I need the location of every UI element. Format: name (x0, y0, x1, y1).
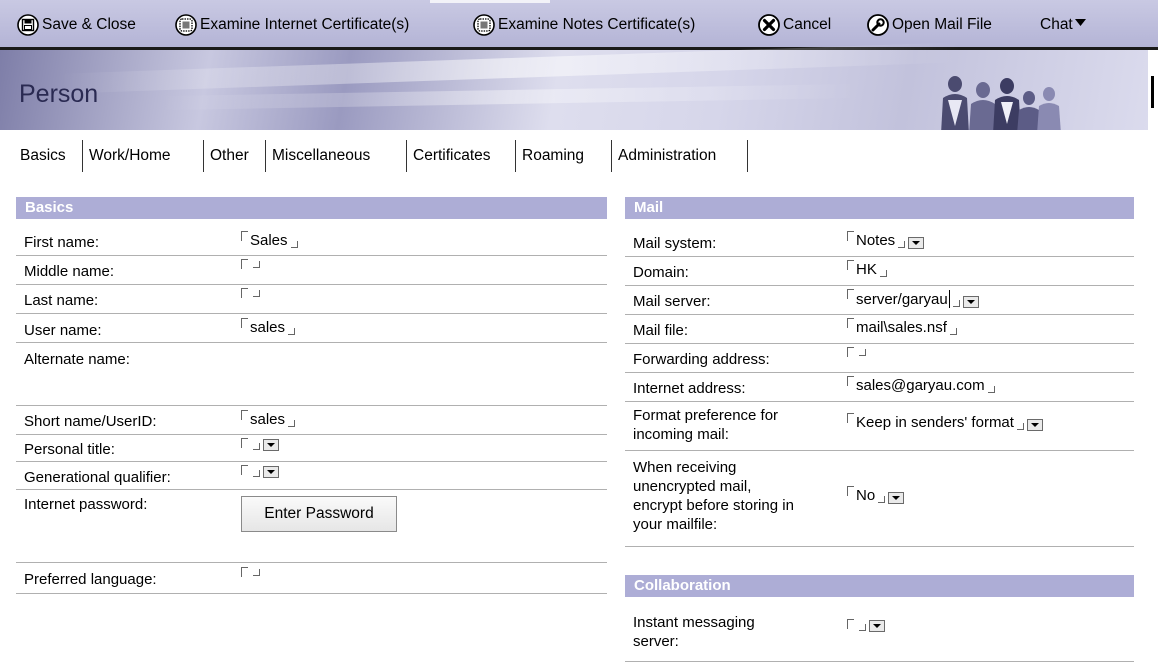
text-cursor (948, 290, 950, 308)
format-preference-field[interactable]: Keep in senders' format (847, 413, 1043, 431)
forwarding-address-field[interactable] (847, 347, 866, 357)
dropdown-button[interactable] (908, 237, 925, 249)
generational-qualifier-label: Generational qualifier: (24, 469, 171, 486)
format-preference-row: Format preference for incoming mail: Kee… (625, 402, 1134, 451)
floppy-disk-icon (17, 14, 39, 36)
personal-title-field[interactable] (241, 438, 279, 451)
tab-basics[interactable]: Basics (14, 140, 83, 172)
instant-messaging-server-field[interactable] (847, 619, 885, 632)
page-title: Person (19, 80, 99, 108)
personal-title-row: Personal title: (16, 435, 607, 462)
certificate-icon (473, 14, 495, 36)
examine-notes-label: Examine Notes Certificate(s) (498, 16, 696, 33)
collaboration-section-header: Collaboration (625, 575, 1134, 597)
basics-section-header: Basics (16, 197, 607, 219)
open-mail-file-label: Open Mail File (892, 16, 992, 33)
last-name-label: Last name: (24, 292, 99, 309)
personal-title-label: Personal title: (24, 441, 115, 458)
encrypt-incoming-label: When receiving unencrypted mail, encrypt… (633, 459, 794, 533)
dropdown-button[interactable] (1026, 419, 1043, 431)
enter-password-button[interactable]: Enter Password (241, 496, 397, 532)
short-name-field[interactable]: sales (241, 410, 296, 428)
tab-certificates[interactable]: Certificates (407, 140, 516, 172)
dropdown-button[interactable] (888, 492, 905, 504)
window-edge (1148, 50, 1158, 130)
domain-field[interactable]: HK (847, 260, 887, 278)
preferred-language-row: Preferred language: (16, 563, 607, 594)
internet-address-field[interactable]: sales@garyau.com (847, 376, 995, 394)
user-name-label: User name: (24, 322, 102, 339)
user-name-field[interactable]: sales (241, 318, 296, 336)
dropdown-arrow-icon (1074, 19, 1086, 26)
internet-address-label: Internet address: (633, 380, 746, 397)
examine-notes-certificates-button[interactable]: Examine Notes Certificate(s) (473, 13, 695, 37)
people-banner-image (941, 76, 1061, 134)
middle-name-field[interactable] (241, 259, 260, 269)
dropdown-button[interactable] (869, 620, 885, 632)
chat-menu-button[interactable]: Chat (1040, 13, 1086, 37)
tab-administration[interactable]: Administration (612, 140, 748, 172)
tab-miscellaneous[interactable]: Miscellaneous (266, 140, 407, 172)
last-name-row: Last name: (16, 285, 607, 314)
tab-other[interactable]: Other (204, 140, 266, 172)
domain-label: Domain: (633, 264, 689, 281)
first-name-row: First name: Sales (16, 228, 607, 256)
first-name-label: First name: (24, 234, 100, 251)
action-bar: Save & Close Examine Internet Certificat… (0, 0, 1158, 50)
save-close-button[interactable]: Save & Close (17, 13, 136, 37)
domain-row: Domain: HK (625, 257, 1134, 286)
tab-roaming[interactable]: Roaming (516, 140, 612, 172)
last-name-field[interactable] (241, 288, 260, 298)
examine-internet-label: Examine Internet Certificate(s) (200, 16, 410, 33)
user-name-row: User name: sales (16, 314, 607, 343)
forwarding-address-row: Forwarding address: (625, 344, 1134, 373)
dropdown-button[interactable] (962, 296, 979, 308)
dropdown-button[interactable] (263, 466, 279, 478)
instant-messaging-server-row: Instant messaging server: (625, 606, 1134, 662)
generational-qualifier-row: Generational qualifier: (16, 462, 607, 490)
mail-section-header: Mail (625, 197, 1134, 219)
generational-qualifier-field[interactable] (241, 465, 279, 478)
alternate-name-row: Alternate name: (16, 343, 607, 406)
internet-password-label: Internet password: (24, 496, 148, 513)
open-mail-file-button[interactable]: Open Mail File (867, 13, 992, 37)
mail-server-row: Mail server: server/garyau (625, 286, 1134, 315)
mail-file-field[interactable]: mail\sales.nsf (847, 318, 957, 336)
encrypt-incoming-row: When receiving unencrypted mail, encrypt… (625, 451, 1134, 547)
tab-work-home[interactable]: Work/Home (83, 140, 204, 172)
alternate-name-label: Alternate name: (24, 351, 130, 368)
toolbar-highlight (430, 0, 550, 3)
dropdown-button[interactable] (263, 439, 279, 451)
certificate-icon (175, 14, 197, 36)
mail-system-field[interactable]: Notes (847, 231, 925, 249)
tab-strip: Basics Work/Home Other Miscellaneous Cer… (0, 130, 1158, 175)
cancel-button[interactable]: Cancel (758, 13, 831, 37)
encrypt-incoming-field[interactable]: No (847, 486, 905, 504)
short-name-label: Short name/UserID: (24, 413, 157, 430)
mail-system-label: Mail system: (633, 235, 717, 252)
mail-file-row: Mail file: mail\sales.nsf (625, 315, 1134, 344)
mail-file-label: Mail file: (633, 322, 689, 339)
chat-label: Chat (1040, 16, 1073, 33)
instant-messaging-server-label: Instant messaging server: (633, 614, 755, 650)
internet-address-row: Internet address: sales@garyau.com (625, 373, 1134, 402)
short-name-row: Short name/UserID: sales (16, 406, 607, 435)
mail-system-row: Mail system: Notes (625, 228, 1134, 257)
preferred-language-field[interactable] (241, 567, 260, 577)
mail-server-field[interactable]: server/garyau (847, 289, 979, 308)
format-preference-label: Format preference for incoming mail: (633, 407, 779, 443)
preferred-language-label: Preferred language: (24, 571, 157, 588)
forwarding-address-label: Forwarding address: (633, 351, 770, 368)
wrench-icon (867, 14, 889, 36)
examine-internet-certificates-button[interactable]: Examine Internet Certificate(s) (175, 13, 409, 37)
middle-name-label: Middle name: (24, 263, 115, 280)
cancel-label: Cancel (783, 16, 832, 33)
cancel-x-icon (758, 14, 780, 36)
first-name-field[interactable]: Sales (241, 231, 298, 249)
save-close-label: Save & Close (42, 16, 136, 33)
mail-server-label: Mail server: (633, 293, 711, 310)
middle-name-row: Middle name: (16, 256, 607, 285)
